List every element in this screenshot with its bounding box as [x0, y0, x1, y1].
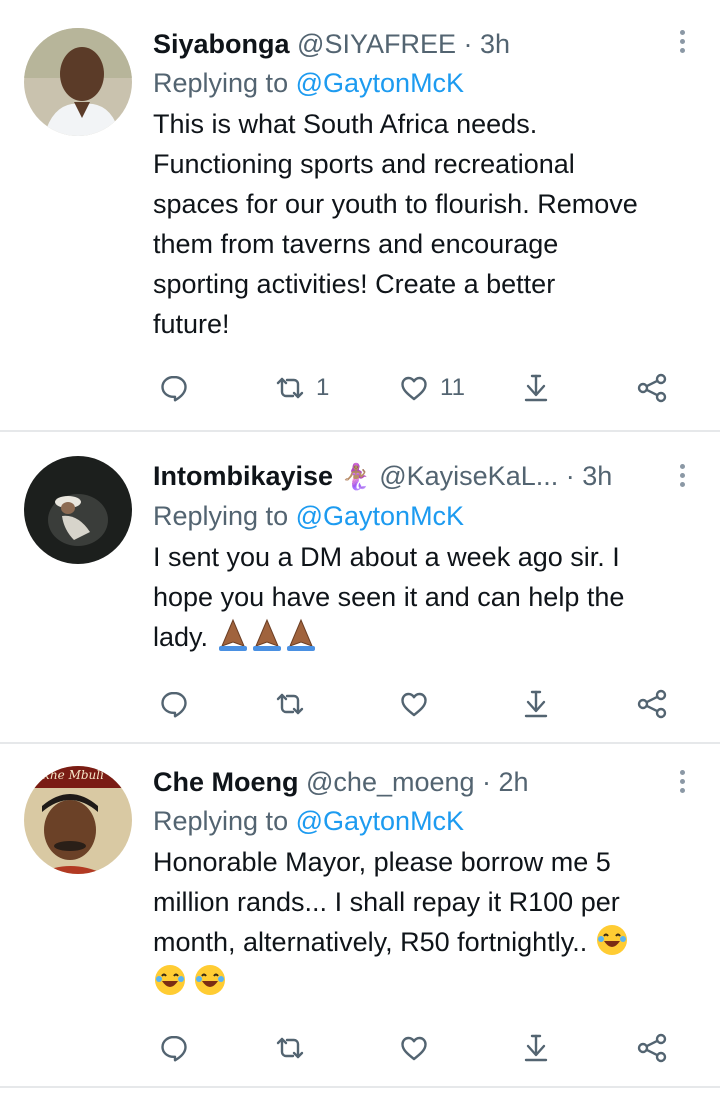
replying-handle-link[interactable]: @GaytonMcK [296, 806, 464, 836]
tweet-1[interactable]: Siyabonga @SIYAFREE · 3h Replying to @Ga… [0, 0, 720, 432]
tweet-text: This is what South Africa needs. Functio… [153, 109, 638, 339]
separator: · [558, 461, 583, 491]
avatar[interactable]: Akhe Mbuli [24, 766, 132, 874]
avatar[interactable] [24, 456, 132, 564]
praying-hands-emoji [216, 618, 318, 663]
tweet-text: Honorable Mayor, please borrow me 5 mill… [153, 842, 676, 1002]
share-icon [637, 1033, 667, 1063]
replying-to: Replying to @GaytonMcK [153, 802, 676, 840]
laughing-emoji [595, 923, 629, 957]
tweet-header: Intombikayise 🧜🏽‍♀️ @KayiseKaL... · 3h [153, 458, 676, 495]
share-button[interactable] [636, 366, 668, 410]
download-button[interactable] [520, 366, 552, 410]
laughing-emoji [193, 963, 227, 997]
laughing-emoji [153, 963, 187, 997]
tweet-header: Siyabonga @SIYAFREE · 3h [153, 26, 676, 62]
reply-icon [161, 1035, 187, 1062]
more-icon[interactable] [674, 766, 690, 802]
retweet-button[interactable] [274, 1026, 316, 1070]
separator: · [474, 767, 499, 797]
timestamp[interactable]: 3h [480, 29, 510, 59]
like-icon [401, 1036, 427, 1061]
like-button[interactable] [398, 682, 440, 726]
tweet-text: I sent you a DM about a week ago sir. I … [153, 537, 676, 663]
replying-label: Replying to [153, 68, 289, 98]
like-button[interactable]: 11 [398, 366, 465, 410]
replying-handle-link[interactable]: @GaytonMcK [296, 501, 464, 531]
share-button[interactable] [636, 1026, 668, 1070]
replying-to: Replying to @GaytonMcK [153, 64, 676, 102]
reply-button[interactable] [158, 366, 190, 410]
share-button[interactable] [636, 682, 668, 726]
retweet-icon [276, 1037, 304, 1059]
reply-icon [161, 691, 187, 718]
share-icon [637, 373, 667, 403]
replying-to: Replying to @GaytonMcK [153, 497, 676, 535]
display-name[interactable]: Che Moeng [153, 767, 299, 797]
download-icon [524, 690, 548, 718]
separator: · [456, 29, 480, 59]
action-bar [0, 682, 720, 726]
replying-label: Replying to [153, 501, 289, 531]
reply-button[interactable] [158, 682, 190, 726]
user-handle[interactable]: @SIYAFREE [297, 29, 456, 59]
retweet-count: 1 [316, 374, 330, 401]
replying-label: Replying to [153, 806, 289, 836]
display-name[interactable]: Intombikayise [153, 461, 333, 491]
timestamp[interactable]: 2h [499, 767, 529, 797]
display-name[interactable]: Siyabonga [153, 29, 290, 59]
retweet-icon [276, 377, 304, 399]
avatar[interactable] [24, 28, 132, 136]
retweet-button[interactable] [274, 682, 316, 726]
avatar-text: Akhe Mbuli [34, 768, 104, 782]
tweet-header: Che Moeng @che_moeng · 2h [153, 764, 676, 800]
like-icon [401, 376, 427, 401]
download-icon [524, 374, 548, 402]
tweet-2[interactable]: Intombikayise 🧜🏽‍♀️ @KayiseKaL... · 3h R… [0, 432, 720, 744]
action-bar [0, 1026, 720, 1070]
action-bar: 1 11 [0, 366, 720, 410]
tweet-text-content: Honorable Mayor, please borrow me 5 mill… [153, 847, 620, 957]
more-icon[interactable] [674, 460, 690, 496]
user-handle[interactable]: @che_moeng [306, 767, 475, 797]
reply-icon [161, 375, 187, 402]
timestamp[interactable]: 3h [582, 461, 612, 491]
reply-button[interactable] [158, 1026, 190, 1070]
download-icon [524, 1034, 548, 1062]
download-button[interactable] [520, 682, 552, 726]
more-icon[interactable] [674, 26, 690, 62]
tweet-3[interactable]: Akhe Mbuli Che Moeng @che_moeng · 2h Rep… [0, 744, 720, 1088]
user-handle[interactable]: @KayiseKaL... [379, 461, 558, 491]
retweet-icon [276, 693, 304, 715]
download-button[interactable] [520, 1026, 552, 1070]
share-icon [637, 689, 667, 719]
like-icon [401, 692, 427, 717]
replying-handle-link[interactable]: @GaytonMcK [296, 68, 464, 98]
name-emoji: 🧜🏽‍♀️ [340, 463, 372, 491]
retweet-button[interactable]: 1 [274, 366, 329, 410]
like-button[interactable] [398, 1026, 440, 1070]
like-count: 11 [440, 374, 465, 401]
